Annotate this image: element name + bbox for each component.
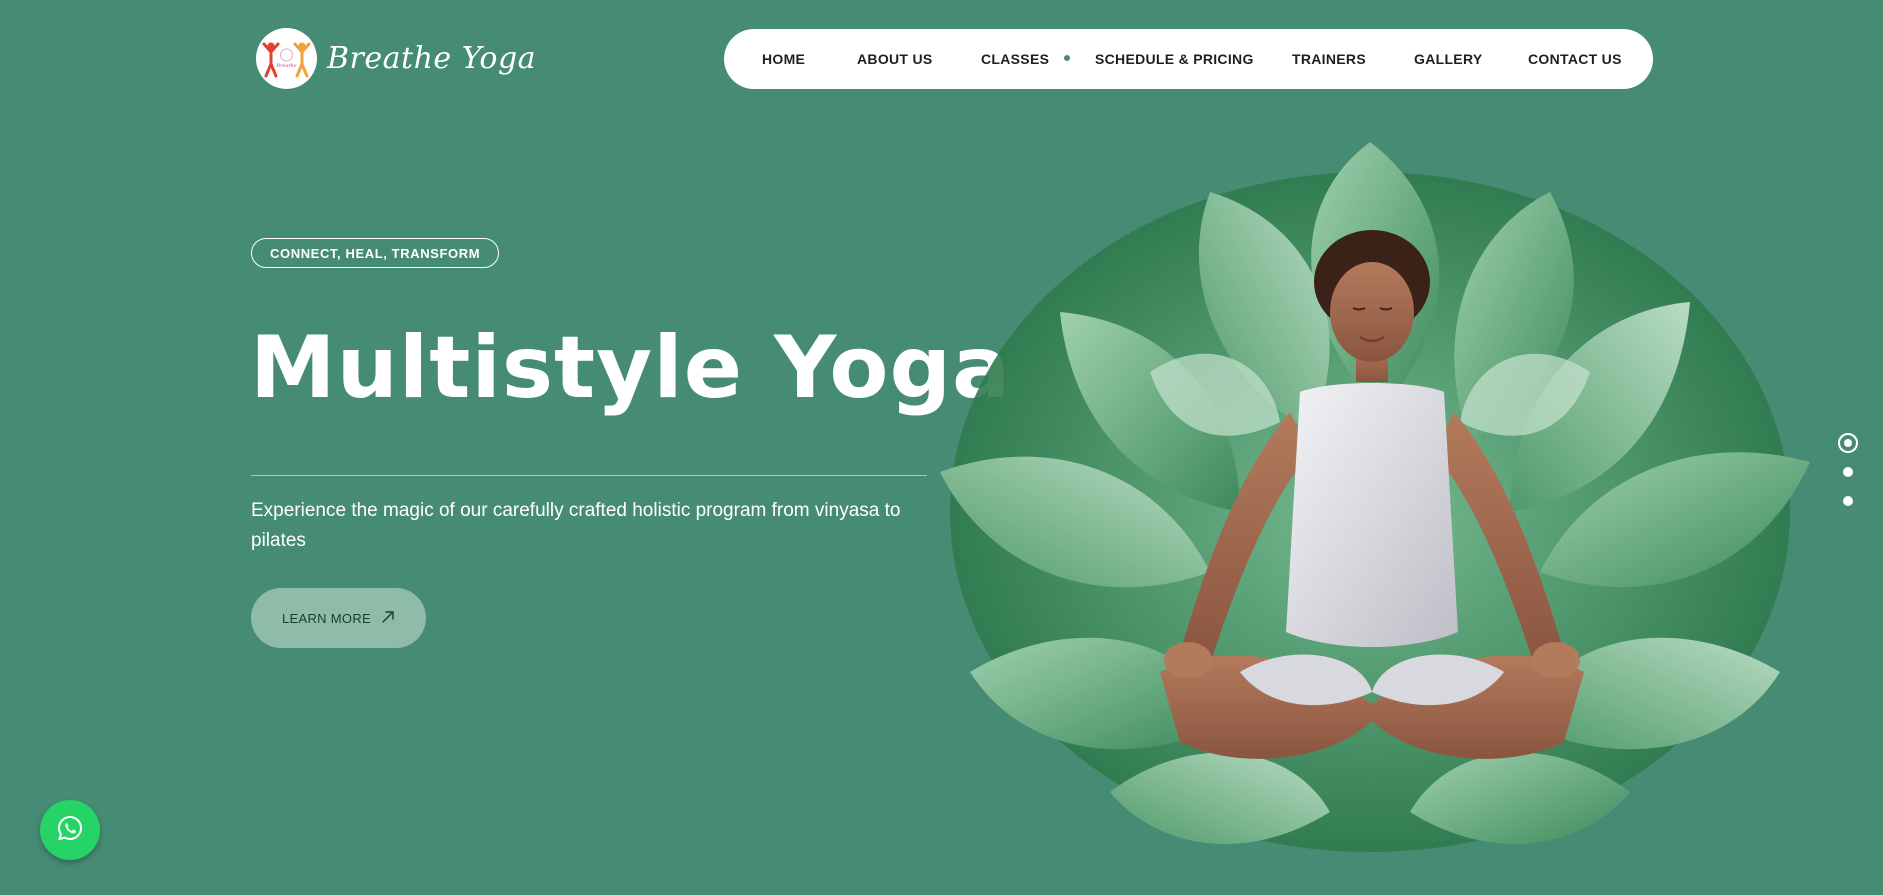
hero-tagline: CONNECT, HEAL, TRANSFORM [251,238,500,268]
learn-more-button[interactable]: LEARN MORE [251,588,426,648]
nav-gallery[interactable]: GALLERY [1414,29,1482,89]
nav-dropdown-indicator [1064,55,1070,61]
svg-text:Breathe: Breathe [275,63,296,69]
learn-more-label: LEARN MORE [282,610,371,626]
nav-classes[interactable]: CLASSES [981,29,1049,89]
logo-badge-icon: Breathe [256,28,317,89]
hero-description: Experience the magic of our carefully cr… [251,500,901,551]
brand-logo[interactable]: Breathe Breathe Yoga [256,28,536,89]
arrow-up-right-icon [381,610,395,627]
whatsapp-icon [56,814,84,847]
whatsapp-button[interactable] [40,800,100,860]
nav-contact-us[interactable]: CONTACT US [1528,29,1622,89]
slider-dot-1[interactable] [1838,433,1858,453]
nav-home[interactable]: HOME [762,29,805,89]
brand-name: Breathe Yoga [327,41,537,76]
nav-trainers[interactable]: TRAINERS [1292,29,1366,89]
nav-schedule-pricing[interactable]: SCHEDULE & PRICING [1095,29,1254,89]
hero-title: Multistyle Yoga [250,318,1012,418]
nav-about-us[interactable]: ABOUT US [857,29,933,89]
slider-dot-3[interactable] [1843,496,1853,506]
hero-illustration [910,112,1830,892]
hero-divider [251,475,927,476]
slider-dot-2[interactable] [1843,467,1853,477]
main-nav: HOME ABOUT US CLASSES SCHEDULE & PRICING… [724,29,1653,89]
